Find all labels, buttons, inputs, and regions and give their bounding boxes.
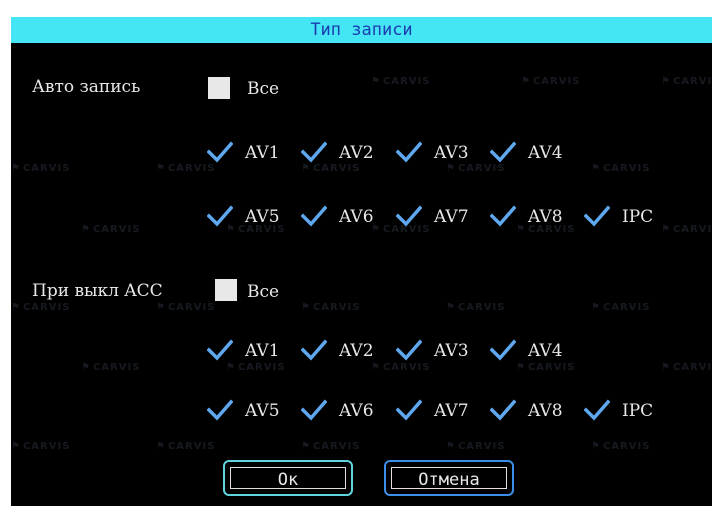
watermark: CARVIS (446, 302, 505, 313)
channel-label: AV2 (339, 341, 374, 361)
channel-label: AV6 (339, 401, 374, 421)
channel-checkbox[interactable] (301, 205, 327, 227)
channel-label: AV3 (434, 341, 469, 361)
watermark: CARVIS (11, 441, 70, 452)
checkmark-icon (490, 141, 516, 163)
channel-label: AV4 (528, 341, 563, 361)
channel-checkbox[interactable] (396, 339, 422, 361)
checkmark-icon (396, 141, 422, 163)
channel-label: AV1 (245, 341, 280, 361)
auto-record-all-checkbox[interactable] (208, 77, 230, 99)
channel-label: AV7 (434, 401, 469, 421)
checkmark-icon (490, 339, 516, 361)
channel-checkbox[interactable] (396, 399, 422, 421)
channel-checkbox[interactable] (490, 399, 516, 421)
checkmark-icon (207, 339, 233, 361)
checkmark-icon (207, 141, 233, 163)
watermark: CARVIS (591, 302, 650, 313)
checkmark-icon (207, 205, 233, 227)
watermark: CARVIS (591, 441, 650, 452)
acc-off-label: При выкл ACC (32, 281, 163, 301)
channel-checkbox[interactable] (207, 399, 233, 421)
watermark: CARVIS (226, 362, 285, 373)
channel-checkbox[interactable] (301, 339, 327, 361)
watermark: CARVIS (661, 224, 712, 235)
checkmark-icon (207, 399, 233, 421)
channel-label: AV5 (245, 401, 280, 421)
channel-label: AV7 (434, 207, 469, 227)
channel-checkbox[interactable] (207, 339, 233, 361)
channel-label: AV8 (528, 207, 563, 227)
cancel-button-label: Отмена (391, 467, 507, 490)
checkmark-icon (490, 205, 516, 227)
channel-label: AV5 (245, 207, 280, 227)
checkmark-icon (490, 399, 516, 421)
channel-label: AV1 (245, 143, 280, 163)
watermark: CARVIS (371, 76, 430, 87)
watermark: CARVIS (521, 76, 580, 87)
channel-label: AV8 (528, 401, 563, 421)
channel-label: AV4 (528, 143, 563, 163)
auto-record-label: Авто запись (32, 77, 141, 97)
channel-checkbox[interactable] (207, 205, 233, 227)
channel-checkbox[interactable] (396, 205, 422, 227)
record-type-dialog: Тип записи CARVIS CARVIS CARVIS CARVIS C… (11, 17, 712, 506)
watermark: CARVIS (301, 441, 360, 452)
channel-checkbox[interactable] (490, 205, 516, 227)
watermark: CARVIS (156, 441, 215, 452)
watermark: CARVIS (81, 224, 140, 235)
cancel-button[interactable]: Отмена (384, 460, 514, 496)
checkmark-icon (301, 399, 327, 421)
watermark: CARVIS (11, 302, 70, 313)
watermark: CARVIS (81, 362, 140, 373)
watermark: CARVIS (661, 76, 712, 87)
checkmark-icon (396, 205, 422, 227)
channel-checkbox[interactable] (396, 141, 422, 163)
checkmark-icon (396, 399, 422, 421)
channel-checkbox[interactable] (490, 339, 516, 361)
watermark: CARVIS (516, 362, 575, 373)
watermark: CARVIS (11, 163, 70, 174)
channel-checkbox[interactable] (301, 141, 327, 163)
checkmark-icon (584, 399, 610, 421)
channel-label: AV6 (339, 207, 374, 227)
watermark: CARVIS (301, 302, 360, 313)
checkmark-icon (301, 205, 327, 227)
channel-label: IPC (622, 401, 654, 421)
watermark: CARVIS (156, 302, 215, 313)
channel-checkbox[interactable] (584, 399, 610, 421)
acc-off-all-label: Все (247, 282, 280, 302)
channel-label: AV3 (434, 143, 469, 163)
channel-checkbox[interactable] (584, 205, 610, 227)
checkmark-icon (396, 339, 422, 361)
ok-button[interactable]: Ок (223, 460, 353, 496)
checkmark-icon (301, 339, 327, 361)
checkmark-icon (301, 141, 327, 163)
channel-label: IPC (622, 207, 654, 227)
channel-label: AV2 (339, 143, 374, 163)
watermark: CARVIS (661, 362, 712, 373)
ok-button-label: Ок (230, 467, 346, 490)
channel-checkbox[interactable] (490, 141, 516, 163)
dialog-title: Тип записи (11, 17, 712, 43)
acc-off-all-checkbox[interactable] (215, 279, 237, 301)
auto-record-all-label: Все (247, 79, 280, 99)
watermark: CARVIS (446, 441, 505, 452)
watermark: CARVIS (371, 362, 430, 373)
watermark: CARVIS (591, 163, 650, 174)
channel-checkbox[interactable] (207, 141, 233, 163)
channel-checkbox[interactable] (301, 399, 327, 421)
checkmark-icon (584, 205, 610, 227)
